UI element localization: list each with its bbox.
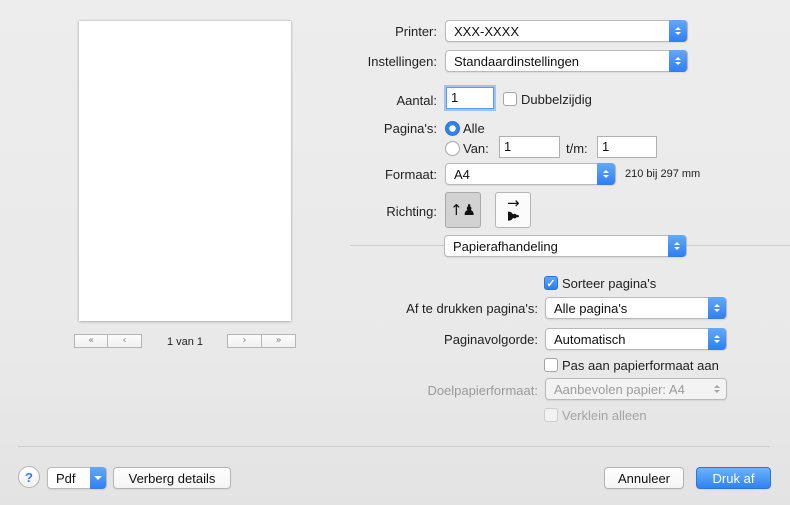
pages-to-print-value: Alle pagina's (554, 300, 628, 316)
popup-arrows-icon (669, 50, 687, 72)
page-order-value: Automatisch (554, 331, 626, 347)
pdf-label: Pdf (56, 470, 76, 486)
section-select[interactable]: Papierafhandeling (444, 235, 687, 257)
collate-checkbox[interactable]: ✓ (544, 276, 558, 290)
popup-arrows-icon (708, 328, 726, 350)
pages-to-input[interactable]: 1 (597, 136, 657, 158)
portrait-orientation-button[interactable]: ↑♟ (445, 192, 481, 228)
destination-paper-value: Aanbevolen papier: A4 (554, 381, 685, 397)
pages-to-label: t/m: (566, 141, 588, 156)
popup-arrows-icon (708, 378, 726, 400)
printer-select[interactable]: XXX-XXXX (445, 20, 688, 42)
section-value: Papierafhandeling (453, 238, 558, 254)
destination-paper-label: Doelpapierformaat: (427, 383, 538, 398)
popup-arrows-icon (708, 297, 726, 319)
pages-from-input[interactable]: 1 (499, 136, 560, 158)
print-preview-page (79, 21, 291, 321)
orientation-label: Richting: (386, 204, 437, 219)
landscape-icon: ↑♟ (503, 196, 522, 224)
duplex-label: Dubbelzijdig (521, 92, 592, 107)
previous-page-button[interactable]: ‹ (107, 334, 142, 348)
portrait-icon: ↑♟ (449, 201, 476, 219)
presets-label: Instellingen: (367, 54, 437, 69)
scale-down-only-label: Verklein alleen (562, 408, 647, 423)
pages-from-label: Van: (463, 141, 489, 156)
printer-label: Printer: (395, 24, 437, 39)
paper-size-value: A4 (454, 166, 470, 182)
pages-label: Pagina's: (383, 121, 437, 136)
copies-label: Aantal: (396, 93, 437, 108)
pages-all-radio[interactable] (445, 121, 460, 136)
help-button[interactable]: ? (18, 466, 40, 488)
scale-to-fit-label: Pas aan papierformaat aan (562, 358, 719, 373)
hide-details-button[interactable]: Verberg details (113, 467, 231, 489)
footer-divider (18, 446, 770, 447)
page-order-select[interactable]: Automatisch (545, 328, 727, 350)
pages-all-label: Alle (463, 121, 485, 136)
copies-input[interactable]: 1 (446, 87, 494, 109)
pages-to-print-label: Af te drukken pagina's: (406, 301, 538, 316)
popup-arrows-icon (597, 163, 615, 185)
popup-arrows-icon (669, 20, 687, 42)
paper-size-select[interactable]: A4 (445, 163, 616, 185)
scale-down-only-checkbox[interactable] (544, 408, 558, 422)
first-page-button[interactable]: « (74, 334, 108, 348)
popup-arrows-icon (668, 235, 686, 257)
chevron-down-icon (90, 467, 106, 489)
help-icon: ? (25, 469, 33, 485)
landscape-orientation-button[interactable]: ↑♟ (495, 192, 531, 228)
page-order-label: Paginavolgorde: (444, 332, 538, 347)
scale-to-fit-checkbox[interactable] (544, 358, 558, 372)
page-indicator: 1 van 1 (166, 336, 204, 348)
paper-size-label: Formaat: (384, 167, 437, 182)
presets-value: Standaardinstellingen (454, 53, 580, 69)
print-button[interactable]: Druk af (696, 467, 771, 489)
pages-to-print-select[interactable]: Alle pagina's (545, 297, 727, 319)
presets-select[interactable]: Standaardinstellingen (445, 50, 688, 72)
pdf-menu-button[interactable]: Pdf (47, 467, 107, 489)
destination-paper-select[interactable]: Aanbevolen papier: A4 (545, 378, 727, 400)
paper-size-dimensions: 210 bij 297 mm (625, 168, 701, 180)
duplex-checkbox[interactable] (503, 92, 517, 106)
next-page-button[interactable]: › (227, 334, 262, 348)
collate-label: Sorteer pagina's (562, 276, 657, 291)
printer-value: XXX-XXXX (454, 23, 520, 39)
last-page-button[interactable]: » (261, 334, 296, 348)
cancel-button[interactable]: Annuleer (604, 467, 684, 489)
pages-range-radio[interactable] (445, 141, 460, 156)
